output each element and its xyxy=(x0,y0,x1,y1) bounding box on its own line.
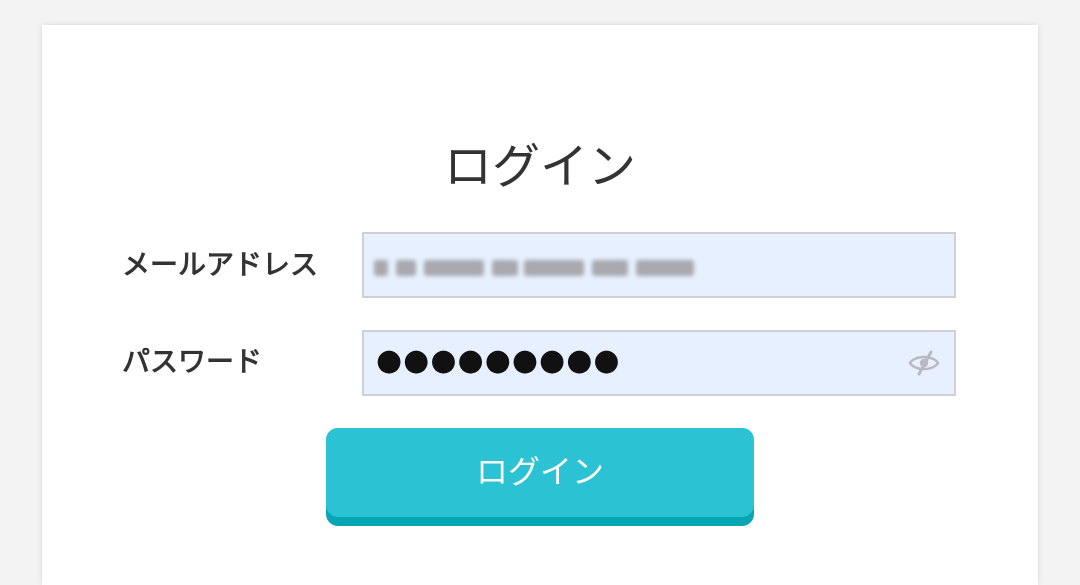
email-value-obscured xyxy=(374,254,704,284)
login-button-label: ログイン xyxy=(326,428,754,517)
password-value: ●●●●●●●●● xyxy=(376,343,621,378)
page-title: ログイン xyxy=(443,139,636,195)
login-button[interactable]: ログイン xyxy=(326,428,754,526)
password-label: パスワード xyxy=(122,345,263,378)
email-field[interactable] xyxy=(362,232,956,298)
eye-slash-icon[interactable] xyxy=(908,350,940,376)
password-field[interactable]: ●●●●●●●●● xyxy=(362,330,956,396)
email-label: メールアドレス xyxy=(122,248,319,281)
login-card: ログイン メールアドレス パスワード ●●●●●●●●● ログイン xyxy=(42,25,1038,585)
